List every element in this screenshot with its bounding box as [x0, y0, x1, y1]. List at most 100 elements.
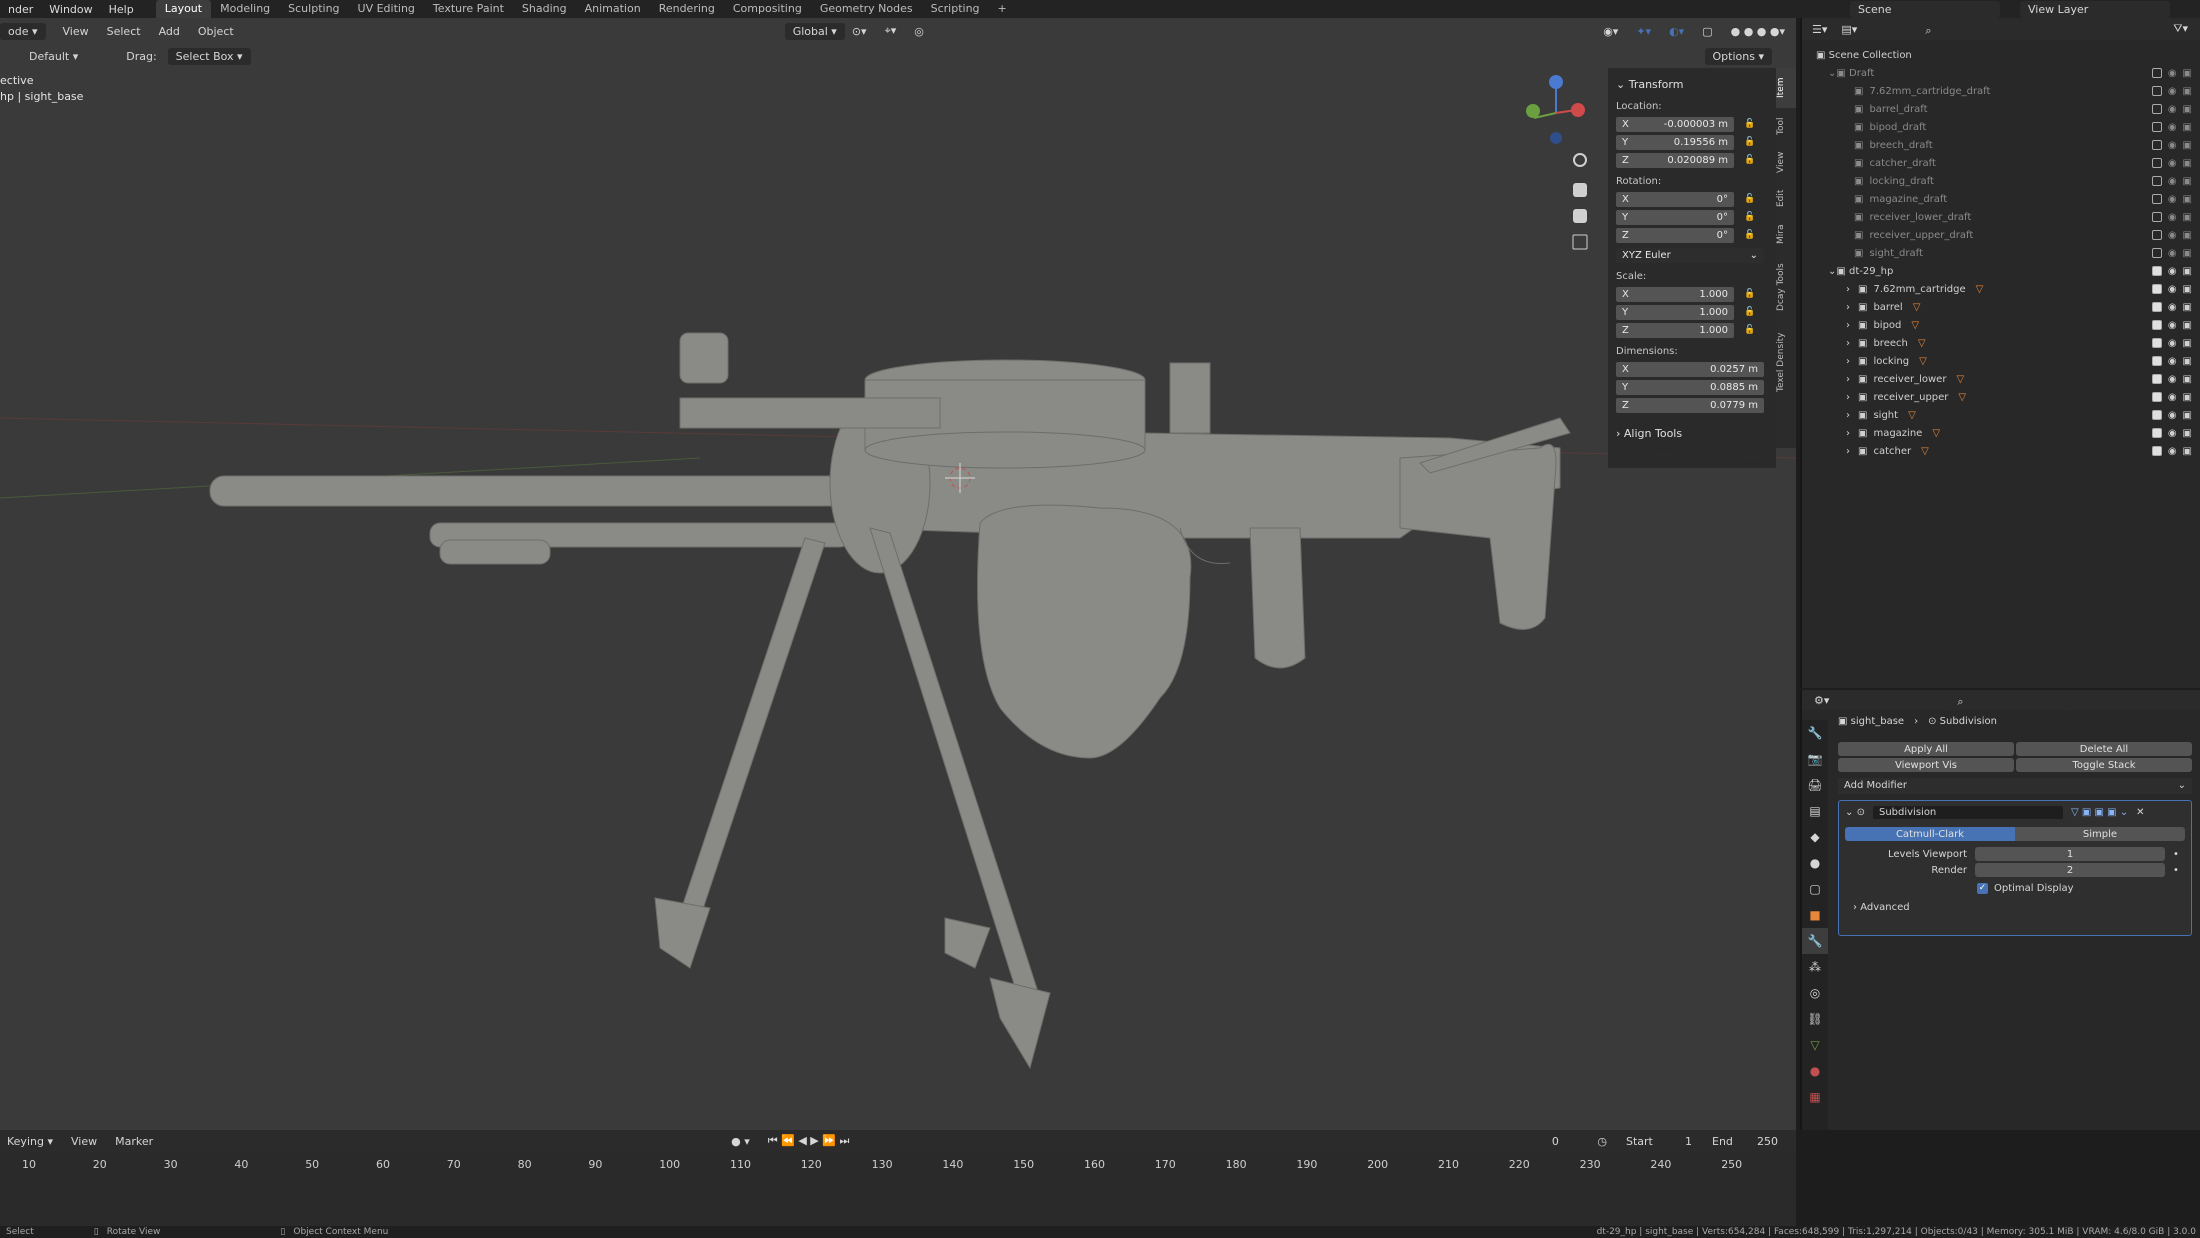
- camera-icon[interactable]: ▣: [2183, 86, 2192, 97]
- world-tab-icon[interactable]: ●: [1802, 850, 1828, 876]
- outliner-item[interactable]: ▣ receiver_lower_draft ◉ ▣: [1802, 208, 2200, 226]
- checkbox-icon[interactable]: [2151, 445, 2162, 456]
- tab-tool[interactable]: Tool: [1776, 108, 1796, 144]
- proportional-icon[interactable]: ◎: [907, 23, 931, 40]
- eye-icon[interactable]: ◉: [2168, 356, 2177, 367]
- dimensions-x-field[interactable]: X 0.0257 m: [1616, 361, 1764, 377]
- outliner-item[interactable]: › ▣ magazine ▽ ◉ ▣: [1802, 424, 2200, 442]
- outliner-item[interactable]: ▣ barrel_draft ◉ ▣: [1802, 100, 2200, 118]
- camera-icon[interactable]: ▣: [2183, 320, 2192, 331]
- tool-tab-icon[interactable]: 🔧: [1802, 720, 1828, 746]
- scale-x-field[interactable]: X 1.000: [1616, 286, 1734, 302]
- main-collection-row[interactable]: ⌄ ▣ dt-29_hp ◉ ▣: [1802, 262, 2200, 280]
- outliner-item[interactable]: › ▣ receiver_lower ▽ ◉ ▣: [1802, 370, 2200, 388]
- eye-icon[interactable]: ◉: [2168, 86, 2177, 97]
- expand-icon[interactable]: ›: [1846, 392, 1850, 403]
- outliner-item[interactable]: ▣ receiver_upper_draft ◉ ▣: [1802, 226, 2200, 244]
- lock-icon[interactable]: 🔓: [1744, 307, 1758, 317]
- checkbox-icon[interactable]: [2151, 67, 2162, 78]
- camera-icon[interactable]: ▣: [2183, 302, 2192, 313]
- transform-orientation-select[interactable]: Global ▾: [784, 22, 845, 40]
- camera-icon[interactable]: ▣: [2183, 446, 2192, 457]
- scene-collection-row[interactable]: ▣ Scene Collection: [1802, 46, 2200, 64]
- camera-icon[interactable]: ▣: [2183, 284, 2192, 295]
- tab-edit[interactable]: Edit: [1776, 180, 1796, 216]
- dimensions-y-field[interactable]: Y 0.0885 m: [1616, 379, 1764, 395]
- mesh-data-icon[interactable]: ▽: [1976, 284, 1984, 295]
- mesh-data-icon[interactable]: ▽: [1908, 410, 1916, 421]
- overlay-toggle-icon[interactable]: ◐▾: [1662, 23, 1691, 40]
- advanced-subpanel-header[interactable]: › Advanced: [1853, 902, 2185, 913]
- rotation-x-field[interactable]: X 0°: [1616, 191, 1734, 207]
- pivot-icon[interactable]: ⊙▾: [845, 23, 874, 40]
- outliner-item[interactable]: ▣ 7.62mm_cartridge_draft ◉ ▣: [1802, 82, 2200, 100]
- location-z-field[interactable]: Z 0.020089 m: [1616, 152, 1734, 168]
- scale-z-field[interactable]: Z 1.000: [1616, 322, 1734, 338]
- outliner-item[interactable]: › ▣ receiver_upper ▽ ◉ ▣: [1802, 388, 2200, 406]
- tab-mira[interactable]: Mira: [1776, 216, 1796, 252]
- tab-decay-tools[interactable]: Dcay Tools: [1776, 252, 1796, 322]
- camera-icon[interactable]: ▣: [2183, 392, 2192, 403]
- lock-icon[interactable]: 🔓: [1744, 212, 1758, 222]
- rotation-y-field[interactable]: Y 0°: [1616, 209, 1734, 225]
- checkbox-icon[interactable]: [2151, 211, 2162, 222]
- eye-icon[interactable]: ◉: [2168, 410, 2177, 421]
- eye-icon[interactable]: ◉: [2168, 158, 2177, 169]
- xray-icon[interactable]: ▢: [1695, 23, 1719, 40]
- render-levels-field[interactable]: 2: [1975, 863, 2165, 877]
- camera-icon[interactable]: ▣: [2183, 230, 2192, 241]
- tab-texel-density[interactable]: Texel Density: [1776, 322, 1796, 402]
- mesh-data-icon[interactable]: ▽: [1919, 356, 1927, 367]
- camera-icon[interactable]: ▣: [2183, 248, 2192, 259]
- gizmo-toggle-icon[interactable]: ✦▾: [1629, 23, 1658, 40]
- eye-icon[interactable]: ◉: [2168, 248, 2177, 259]
- viewport-canvas[interactable]: [0, 18, 1796, 1130]
- menu-help[interactable]: Help: [101, 3, 142, 16]
- mesh-data-icon[interactable]: ▽: [1913, 302, 1921, 313]
- lock-icon[interactable]: 🔓: [1744, 155, 1758, 165]
- menu-view[interactable]: View: [56, 23, 96, 40]
- menu-object[interactable]: Object: [191, 23, 241, 40]
- camera-icon[interactable]: ▣: [2183, 374, 2192, 385]
- expand-icon[interactable]: ›: [1846, 284, 1850, 295]
- tab-item[interactable]: Item: [1776, 68, 1796, 108]
- collapse-icon[interactable]: ⌄: [1845, 807, 1853, 818]
- checkbox-icon[interactable]: [2151, 337, 2162, 348]
- camera-icon[interactable]: ▣: [2183, 140, 2192, 151]
- camera-icon[interactable]: ▣: [2183, 68, 2192, 79]
- object-tab-icon[interactable]: ■: [1802, 902, 1828, 928]
- checkbox-icon[interactable]: [2151, 121, 2162, 132]
- viewport-vis-button[interactable]: Viewport Vis: [1838, 758, 2014, 772]
- eye-icon[interactable]: ◉: [2168, 176, 2177, 187]
- camera-icon[interactable]: ▣: [2183, 176, 2192, 187]
- expand-icon[interactable]: ›: [1846, 410, 1850, 421]
- camera-icon[interactable]: ▣: [2183, 338, 2192, 349]
- draft-collection-row[interactable]: ⌄ ▣ Draft ◉ ▣: [1802, 64, 2200, 82]
- checkbox-icon[interactable]: [2151, 427, 2162, 438]
- close-icon[interactable]: ✕: [2136, 807, 2144, 818]
- simple-button[interactable]: Simple: [2015, 827, 2185, 841]
- orientation-default-select[interactable]: Default ▾: [22, 48, 85, 65]
- outliner-item[interactable]: › ▣ sight ▽ ◉ ▣: [1802, 406, 2200, 424]
- rotation-mode-select[interactable]: XYZ Euler ⌄: [1616, 247, 1764, 263]
- checkbox-icon[interactable]: [2151, 157, 2162, 168]
- snap-icon[interactable]: ⌖▾: [878, 22, 904, 40]
- eye-icon[interactable]: ◉: [2168, 302, 2177, 313]
- optimal-display-checkbox[interactable]: ✓: [1977, 883, 1988, 894]
- outliner-item[interactable]: ▣ locking_draft ◉ ▣: [1802, 172, 2200, 190]
- outliner-item[interactable]: ▣ sight_draft ◉ ▣: [1802, 244, 2200, 262]
- tab-view[interactable]: View: [1776, 144, 1796, 180]
- expand-icon[interactable]: ›: [1846, 374, 1850, 385]
- expand-icon[interactable]: ›: [1846, 428, 1850, 439]
- drag-select[interactable]: Select Box ▾: [167, 47, 251, 65]
- outliner-search-input[interactable]: ⌕: [1917, 22, 2018, 37]
- add-workspace-icon[interactable]: +: [989, 0, 1016, 18]
- eye-icon[interactable]: ◉: [2168, 338, 2177, 349]
- eye-icon[interactable]: ◉: [2168, 446, 2177, 457]
- checkbox-icon[interactable]: [2151, 319, 2162, 330]
- apply-all-button[interactable]: Apply All: [1838, 742, 2014, 756]
- checkbox-icon[interactable]: [2151, 247, 2162, 258]
- checkbox-icon[interactable]: [2151, 283, 2162, 294]
- mesh-data-icon[interactable]: ▽: [1958, 392, 1966, 403]
- outliner-item[interactable]: ▣ catcher_draft ◉ ▣: [1802, 154, 2200, 172]
